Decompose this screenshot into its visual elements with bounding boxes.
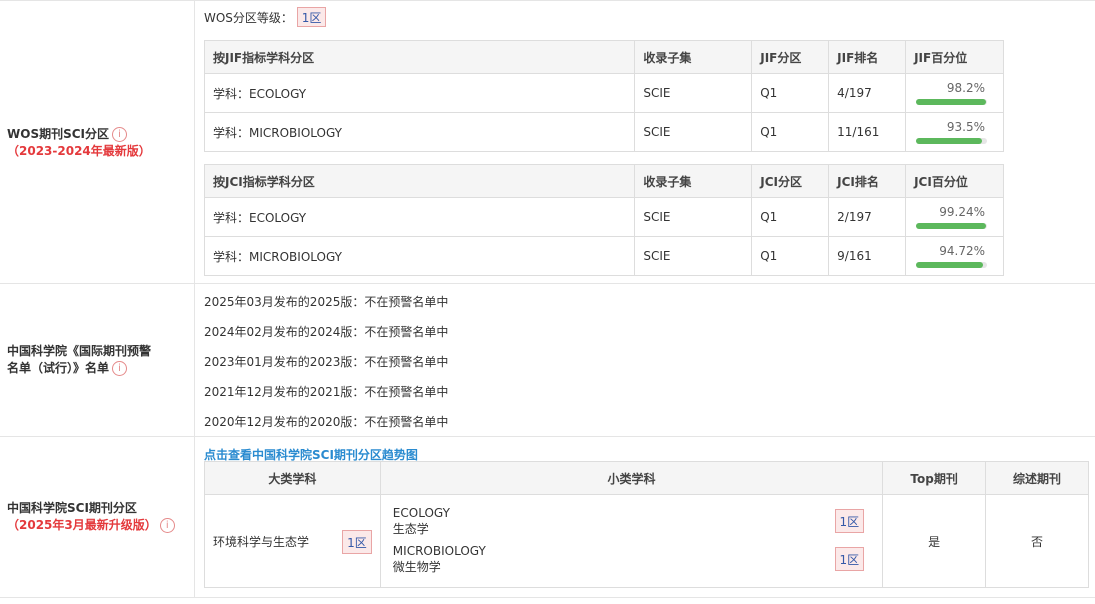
minor-subject: ECOLOGY 生态学 bbox=[393, 505, 450, 537]
minor-zone-badge: 1区 bbox=[834, 547, 865, 571]
quartile-cell: Q1 bbox=[751, 236, 830, 276]
minor-subject-cn: 微生物学 bbox=[392, 560, 441, 574]
cas-header: 综述期刊 bbox=[985, 461, 1089, 495]
subset-cell: SCIE bbox=[634, 112, 753, 152]
minor-zone-badge: 1区 bbox=[834, 509, 865, 533]
jif-header: 收录子集 bbox=[634, 40, 753, 74]
jci-header: 按JCI指标学科分区 bbox=[203, 164, 636, 198]
warning-label-line2: 名单（试行）》名单 bbox=[7, 361, 110, 375]
cas-sublabel: （2025年3月最新升级版） bbox=[7, 518, 157, 532]
minor-subject-en: MICROBIOLOGY bbox=[392, 544, 486, 558]
jci-header: JCI分区 bbox=[751, 164, 830, 198]
warning-label-cell: 中国科学院《国际期刊预警 名单（试行）》名单 i bbox=[0, 284, 195, 436]
subject-cell: 学科：MICROBIOLOGY bbox=[203, 236, 636, 276]
table-row: 学科：ECOLOGY SCIE Q1 2/197 99.24% bbox=[203, 197, 1004, 237]
percentile-value: 99.24% bbox=[939, 205, 985, 219]
cas-label-text: 中国科学院SCI期刊分区 bbox=[7, 501, 137, 515]
subset-cell: SCIE bbox=[634, 236, 753, 276]
cas-label-cell: 中国科学院SCI期刊分区 （2025年3月最新升级版） i bbox=[0, 437, 195, 597]
quartile-cell: Q1 bbox=[751, 197, 830, 237]
percentile-cell: 99.24% bbox=[905, 197, 1004, 237]
rank-cell: 9/161 bbox=[828, 236, 907, 276]
table-row: 学科：MICROBIOLOGY SCIE Q1 11/161 93.5% bbox=[203, 112, 1004, 152]
info-icon[interactable]: i bbox=[112, 361, 128, 376]
jif-header: JIF分区 bbox=[751, 40, 830, 74]
cas-header-row: 大类学科 小类学科 Top期刊 综述期刊 bbox=[204, 461, 1089, 495]
percentile-bar-fill bbox=[916, 223, 987, 229]
jci-header: 收录子集 bbox=[634, 164, 753, 198]
cas-header: Top期刊 bbox=[882, 461, 987, 495]
wos-level-label: WOS分区等级： bbox=[204, 11, 293, 25]
minor-subject-cell: ECOLOGY 生态学 1区 MICROBIOLOGY 微生物学 1区 bbox=[379, 494, 884, 588]
wos-sublabel: （2023-2024年最新版） bbox=[7, 144, 151, 158]
warning-label: 中国科学院《国际期刊预警 名单（试行）》名单 i bbox=[7, 343, 151, 377]
cas-header: 大类学科 bbox=[204, 461, 381, 495]
percentile-bar-fill bbox=[916, 262, 984, 268]
percentile-value: 93.5% bbox=[946, 120, 985, 134]
wos-row: WOS期刊SCI分区 i （2023-2024年最新版） WOS分区等级： 1区 … bbox=[0, 0, 1095, 284]
major-subject: 环境科学与生态学 bbox=[213, 534, 310, 549]
cas-header: 小类学科 bbox=[379, 461, 884, 495]
major-zone-badge: 1区 bbox=[342, 530, 372, 554]
jif-table: 按JIF指标学科分区 收录子集 JIF分区 JIF排名 JIF百分位 学科：EC… bbox=[203, 40, 1004, 152]
wos-label-cell: WOS期刊SCI分区 i （2023-2024年最新版） bbox=[0, 1, 195, 283]
warning-row: 中国科学院《国际期刊预警 名单（试行）》名单 i 2025年03月发布的2025版… bbox=[0, 284, 1095, 437]
jif-header: JIF排名 bbox=[828, 40, 907, 74]
table-row: 环境科学与生态学 1区 ECOLOGY 生态学 1区 MICROBIOLOGY … bbox=[204, 494, 1089, 588]
percentile-bar bbox=[916, 99, 987, 105]
jif-header-row: 按JIF指标学科分区 收录子集 JIF分区 JIF排名 JIF百分位 bbox=[203, 40, 1004, 74]
subset-cell: SCIE bbox=[634, 73, 753, 113]
percentile-bar-fill bbox=[916, 99, 986, 105]
jci-header: JCI排名 bbox=[828, 164, 907, 198]
info-icon[interactable]: i bbox=[112, 127, 127, 142]
major-subject-cell: 环境科学与生态学 1区 bbox=[204, 494, 381, 588]
warning-line: 2024年02月发布的2024版：不在预警名单中 bbox=[204, 325, 449, 339]
warning-line: 2021年12月发布的2021版：不在预警名单中 bbox=[204, 385, 449, 399]
warning-line: 2023年01月发布的2023版：不在预警名单中 bbox=[204, 355, 449, 369]
percentile-bar bbox=[916, 138, 987, 144]
minor-subject: MICROBIOLOGY 微生物学 bbox=[393, 543, 486, 575]
wos-label-text: WOS期刊SCI分区 bbox=[7, 127, 109, 141]
warning-line: 2020年12月发布的2020版：不在预警名单中 bbox=[204, 415, 449, 429]
top-journal-cell: 是 bbox=[882, 494, 987, 588]
rank-cell: 4/197 bbox=[828, 73, 907, 113]
warning-line: 2025年03月发布的2025版：不在预警名单中 bbox=[204, 295, 449, 309]
jif-header: 按JIF指标学科分区 bbox=[203, 40, 636, 74]
info-icon[interactable]: i bbox=[159, 518, 175, 533]
minor-subject-en: ECOLOGY bbox=[392, 506, 450, 520]
subject-cell: 学科：MICROBIOLOGY bbox=[203, 112, 636, 152]
rank-cell: 2/197 bbox=[828, 197, 907, 237]
rank-cell: 11/161 bbox=[828, 112, 907, 152]
percentile-bar bbox=[916, 223, 987, 229]
wos-level: WOS分区等级： 1区 bbox=[204, 7, 327, 29]
percentile-bar-fill bbox=[916, 138, 983, 144]
jci-header-row: 按JCI指标学科分区 收录子集 JCI分区 JCI排名 JCI百分位 bbox=[203, 164, 1004, 198]
percentile-cell: 94.72% bbox=[905, 236, 1004, 276]
review-journal-cell: 否 bbox=[985, 494, 1089, 588]
jci-header: JCI百分位 bbox=[905, 164, 1004, 198]
subset-cell: SCIE bbox=[634, 197, 753, 237]
cas-table: 大类学科 小类学科 Top期刊 综述期刊 环境科学与生态学 1区 ECOLOGY… bbox=[204, 461, 1089, 588]
percentile-value: 94.72% bbox=[939, 244, 985, 258]
table-row: 学科：MICROBIOLOGY SCIE Q1 9/161 94.72% bbox=[203, 236, 1004, 276]
cas-label: 中国科学院SCI期刊分区 （2025年3月最新升级版） i bbox=[7, 500, 175, 534]
percentile-bar bbox=[916, 262, 987, 268]
percentile-cell: 98.2% bbox=[905, 73, 1004, 113]
wos-label: WOS期刊SCI分区 i （2023-2024年最新版） bbox=[7, 126, 151, 160]
jif-header: JIF百分位 bbox=[905, 40, 1004, 74]
minor-subject-cn: 生态学 bbox=[392, 522, 429, 536]
percentile-value: 98.2% bbox=[946, 81, 985, 95]
quartile-cell: Q1 bbox=[751, 73, 830, 113]
warning-label-line1: 中国科学院《国际期刊预警 bbox=[7, 344, 152, 358]
jci-table: 按JCI指标学科分区 收录子集 JCI分区 JCI排名 JCI百分位 学科：EC… bbox=[203, 164, 1004, 276]
percentile-cell: 93.5% bbox=[905, 112, 1004, 152]
quartile-cell: Q1 bbox=[751, 112, 830, 152]
subject-cell: 学科：ECOLOGY bbox=[203, 73, 636, 113]
table-row: 学科：ECOLOGY SCIE Q1 4/197 98.2% bbox=[203, 73, 1004, 113]
subject-cell: 学科：ECOLOGY bbox=[203, 197, 636, 237]
wos-zone-badge: 1区 bbox=[296, 7, 327, 27]
